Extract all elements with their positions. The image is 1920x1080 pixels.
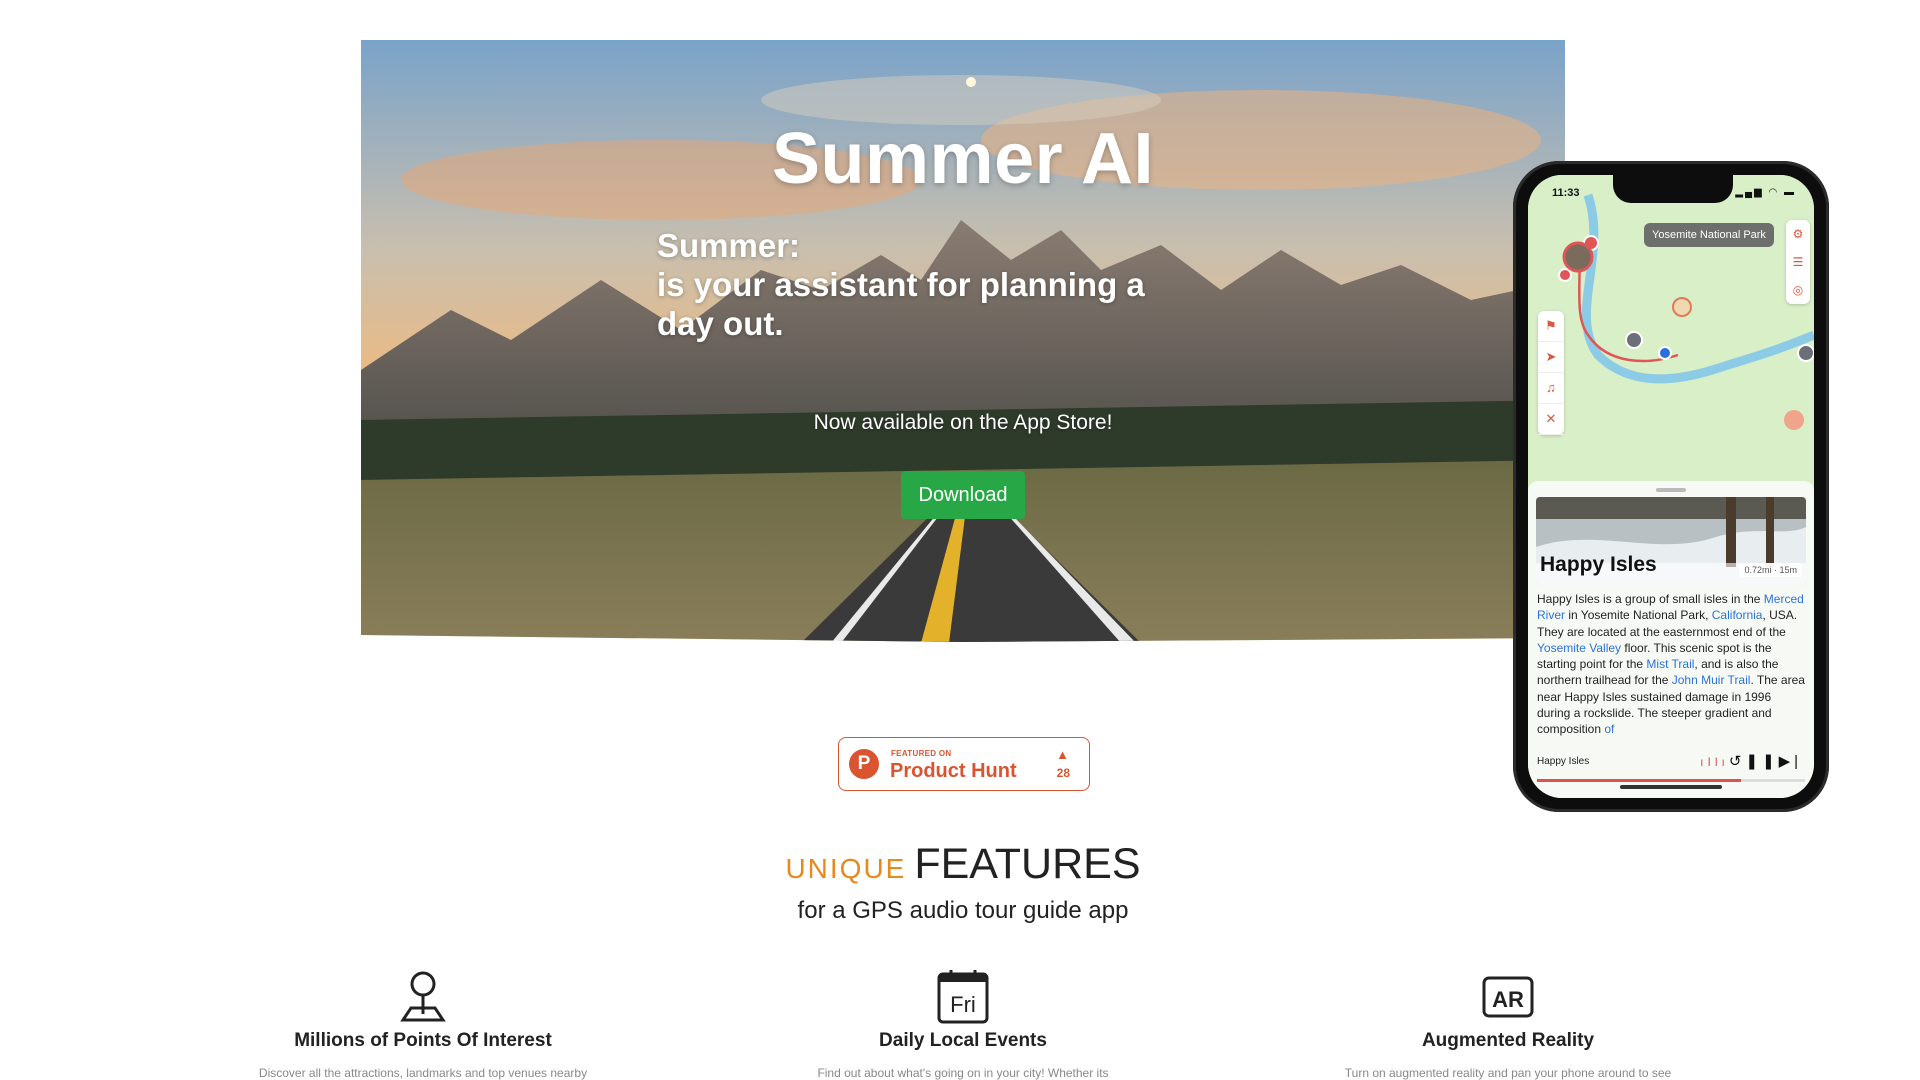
ph-featured-label: FEATURED ON: [891, 749, 952, 758]
hero-subtitle-line2: is your assistant for planning a day out…: [657, 266, 1145, 342]
download-button[interactable]: Download: [901, 471, 1025, 519]
feature-description: Discover all the attractions, landmarks …: [258, 1066, 588, 1080]
phone-screen: 11:33 ▂▄▆ ◠ ▬ Yosemite National Park ⚙ ☰…: [1528, 175, 1814, 798]
close-icon[interactable]: ✕: [1538, 404, 1564, 435]
hero-title: Summer AI: [772, 119, 1154, 199]
features-heading-main: FEATURES: [914, 840, 1141, 888]
feature-augmented-reality: AR Augmented Reality Turn on augmented r…: [1298, 970, 1718, 1080]
features-heading-accent: UNIQUE: [785, 853, 907, 884]
feature-description: Find out about what's going on in your c…: [817, 1066, 1109, 1080]
target-icon[interactable]: ◎: [1786, 276, 1810, 304]
settings-icon[interactable]: ⚙: [1786, 220, 1810, 248]
feature-title: Daily Local Events: [879, 1030, 1047, 1051]
player-progress-fill: [1537, 779, 1741, 782]
hero-subtitle: Summer: is your assistant for planning a…: [657, 226, 1177, 343]
features-heading: UNIQUE FEATURES: [0, 840, 1920, 889]
map-pin-icon: [393, 970, 453, 1022]
svg-text:AR: AR: [1492, 987, 1524, 1012]
product-hunt-logo-icon: P: [849, 749, 879, 779]
map-location-label: Yosemite National Park: [1644, 223, 1774, 247]
upvote-arrow-icon: ▲: [1056, 747, 1069, 762]
speaker-icon[interactable]: ♫: [1538, 373, 1564, 404]
svg-text:Fri: Fri: [950, 992, 976, 1017]
product-hunt-badge[interactable]: P FEATURED ON Product Hunt ▲ 28: [838, 737, 1090, 791]
ph-name: Product Hunt: [890, 760, 1017, 782]
ph-upvote-count: 28: [1056, 766, 1070, 780]
list-icon[interactable]: ☰: [1786, 248, 1810, 276]
hero-banner: Summer AI Summer: is your assistant for …: [361, 40, 1565, 642]
link-california[interactable]: California: [1712, 608, 1763, 622]
link-john-muir-trail[interactable]: John Muir Trail: [1672, 673, 1751, 687]
poi-sheet: Happy Isles 0.72mi · 15m Happy Isles is …: [1528, 481, 1814, 798]
map-tools-left: ⚑ ➤ ♫ ✕: [1538, 311, 1564, 435]
poi-title: Happy Isles: [1540, 553, 1657, 576]
availability-text: Now available on the App Store!: [813, 411, 1113, 434]
poi-distance: 0.72mi · 15m: [1739, 563, 1802, 577]
pause-icon[interactable]: ❚❚: [1745, 753, 1778, 770]
feature-title: Millions of Points Of Interest: [294, 1030, 552, 1051]
phone-mockup: 11:33 ▂▄▆ ◠ ▬ Yosemite National Park ⚙ ☰…: [1513, 161, 1829, 812]
link-of[interactable]: of: [1604, 722, 1614, 736]
audio-player: Happy Isles ıIlı↺❚❚▶|: [1528, 747, 1814, 782]
ar-icon: AR: [1478, 970, 1538, 1022]
phone-notch: [1613, 175, 1733, 203]
player-progress[interactable]: [1537, 779, 1805, 782]
locate-icon[interactable]: ➤: [1538, 342, 1564, 373]
skip-forward-icon[interactable]: ▶|: [1779, 753, 1802, 770]
sheet-grabber[interactable]: [1656, 488, 1686, 492]
link-yosemite-valley[interactable]: Yosemite Valley: [1537, 641, 1621, 655]
feature-daily-events: Fri Daily Local Events Find out about wh…: [753, 970, 1173, 1080]
link-mist-trail[interactable]: Mist Trail: [1646, 657, 1694, 671]
features-subheading: for a GPS audio tour guide app: [797, 897, 1129, 924]
feature-points-of-interest: Millions of Points Of Interest Discover …: [213, 970, 633, 1080]
home-indicator: [1620, 785, 1722, 789]
feature-description: Turn on augmented reality and pan your p…: [1344, 1066, 1672, 1080]
flag-icon[interactable]: ⚑: [1538, 311, 1564, 342]
status-icons: ▂▄▆ ◠ ▬: [1735, 187, 1796, 198]
status-time: 11:33: [1552, 187, 1580, 199]
calendar-icon: Fri: [933, 970, 993, 1024]
poi-description: Happy Isles is a group of small isles in…: [1537, 592, 1805, 737]
player-track-name: Happy Isles: [1537, 756, 1590, 767]
feature-title: Augmented Reality: [1421, 1030, 1595, 1051]
hero-subtitle-line1: Summer:: [657, 227, 801, 264]
map-tools-right: ⚙ ☰ ◎: [1786, 220, 1810, 304]
player-controls: ıIlı↺❚❚▶|: [1700, 752, 1802, 770]
rewind-icon[interactable]: ↺: [1729, 753, 1746, 770]
waveform-icon: ıIlı: [1700, 755, 1729, 769]
